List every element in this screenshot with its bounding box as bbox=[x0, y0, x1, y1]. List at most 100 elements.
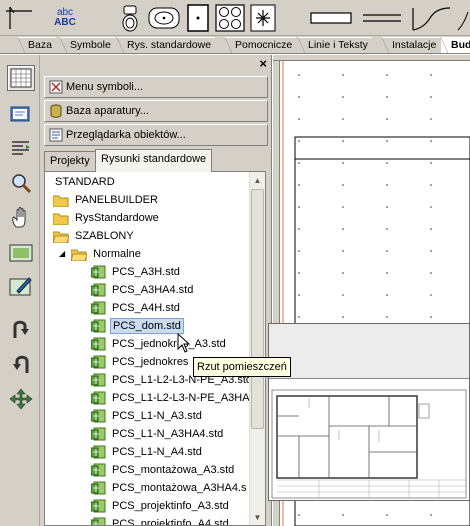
tree-file-item[interactable]: PCS_A3H.std bbox=[90, 263, 182, 281]
folder-icon bbox=[52, 212, 69, 225]
tree-scrollbar[interactable]: ▲ ▼ bbox=[249, 172, 265, 525]
grid-dot bbox=[430, 118, 432, 120]
grid-dot bbox=[430, 316, 432, 318]
redo-icon[interactable] bbox=[7, 316, 35, 342]
tab-pomocnicze[interactable]: Pomocnicze bbox=[225, 37, 297, 53]
grid-dot bbox=[430, 140, 432, 142]
pan-hand-icon[interactable] bbox=[7, 205, 35, 231]
undo-icon[interactable] bbox=[7, 351, 35, 377]
file-label: PCS_jednokres_A3.std bbox=[112, 338, 226, 350]
std-file-icon bbox=[90, 319, 107, 333]
close-icon[interactable]: × bbox=[259, 57, 267, 70]
symbol-toolbar: abc ABC bbox=[0, 0, 470, 36]
scroll-down-icon[interactable]: ▼ bbox=[250, 509, 265, 525]
tree-folder-normalne[interactable]: ◢ Normalne bbox=[59, 245, 143, 263]
symbol-menu-button[interactable]: Menu symboli... bbox=[44, 76, 268, 98]
move-icon[interactable] bbox=[7, 386, 35, 412]
zoom-window-icon[interactable] bbox=[7, 240, 35, 266]
book-icon[interactable] bbox=[7, 101, 35, 127]
tree-file-item[interactable]: PCS_L1-L2-L3-N-PE_A3HA bbox=[90, 389, 252, 407]
tab-baza[interactable]: Baza bbox=[18, 37, 56, 53]
tree-file-item[interactable]: PCS_montażowa_A3HA4.s bbox=[90, 479, 249, 497]
grid-dot bbox=[386, 272, 388, 274]
file-label: PCS_A3H.std bbox=[112, 266, 180, 278]
std-file-icon bbox=[90, 427, 107, 441]
tab-instalacje[interactable]: Instalacje bbox=[382, 37, 441, 53]
collapse-arrow-icon[interactable]: ◢ bbox=[59, 245, 65, 263]
edit-window-icon[interactable] bbox=[7, 273, 35, 299]
zoom-icon[interactable] bbox=[7, 170, 35, 196]
tab-rysunki-standardowe[interactable]: Rysunki standardowe bbox=[95, 149, 213, 172]
file-label: PCS_L1-N_A3.std bbox=[112, 410, 202, 422]
tree-file-item[interactable]: PCS_projektinfo_A3.std bbox=[90, 497, 231, 515]
grid-dot bbox=[342, 250, 344, 252]
tree-file-item[interactable]: PCS_L1-N_A3HA4.std bbox=[90, 425, 225, 443]
tree-root[interactable]: STANDARD bbox=[53, 173, 117, 191]
grid-dot bbox=[386, 250, 388, 252]
std-file-icon bbox=[90, 463, 107, 477]
file-label: PCS_montażowa_A3HA4.s bbox=[112, 482, 247, 494]
tab-projekty[interactable]: Projekty bbox=[44, 151, 96, 171]
more-tools-icon[interactable] bbox=[456, 3, 470, 33]
parallel-lines-icon[interactable] bbox=[360, 3, 404, 33]
grid-dot bbox=[342, 228, 344, 230]
file-label: PCS_projektinfo_A3.std bbox=[112, 500, 229, 512]
list-align-icon[interactable] bbox=[7, 135, 35, 161]
tree-file-item[interactable]: PCS_montażowa_A3.std bbox=[90, 461, 236, 479]
device-database-button[interactable]: Baza aparatury... bbox=[44, 100, 268, 122]
folder-label: Normalne bbox=[93, 248, 141, 260]
grid-dot bbox=[430, 228, 432, 230]
scroll-thumb[interactable] bbox=[251, 189, 264, 429]
std-file-icon bbox=[90, 481, 107, 495]
tab-rys-standardowe[interactable]: Rys. standardowe bbox=[117, 37, 216, 53]
tab-symbole[interactable]: Symbole bbox=[60, 37, 115, 53]
grid-dot bbox=[298, 74, 300, 76]
tree-file-item[interactable]: PCS_jednokres_A3.std bbox=[90, 335, 228, 353]
symbol-menu-icon bbox=[48, 79, 64, 95]
sink-icon[interactable] bbox=[147, 3, 181, 33]
cursor-icon[interactable] bbox=[0, 3, 40, 33]
tab-budowlane[interactable]: Bud bbox=[441, 37, 470, 53]
grid-dot bbox=[298, 118, 300, 120]
database-icon bbox=[48, 103, 64, 119]
tree-folder-rysstandardowe[interactable]: RysStandardowe bbox=[52, 209, 161, 227]
device-database-label: Baza aparatury... bbox=[66, 105, 149, 117]
tree-file-item[interactable]: PCS_A3HA4.std bbox=[90, 281, 195, 299]
tree-file-item[interactable]: PCS_L1-N_A4.std bbox=[90, 443, 204, 461]
grid-dot bbox=[386, 514, 388, 516]
drawing-tree: STANDARD PANELBUILDER RysStandardowe SZA… bbox=[44, 171, 266, 526]
grid-dot bbox=[430, 250, 432, 252]
scroll-up-icon[interactable]: ▲ bbox=[250, 172, 265, 188]
grid-dot bbox=[298, 184, 300, 186]
grid-dot bbox=[386, 96, 388, 98]
door-symbol-icon[interactable] bbox=[184, 3, 212, 33]
object-browser-button[interactable]: Przeglądarka obiektów... bbox=[44, 124, 268, 146]
curve-icon[interactable] bbox=[410, 3, 454, 33]
grid-dot bbox=[342, 184, 344, 186]
std-file-icon bbox=[90, 283, 107, 297]
grid-dot bbox=[298, 316, 300, 318]
toilet-icon[interactable] bbox=[115, 3, 145, 33]
rectangle-icon[interactable] bbox=[308, 3, 354, 33]
std-file-icon bbox=[90, 517, 107, 525]
grid-dot bbox=[430, 272, 432, 274]
tree-file-item[interactable]: PCS_A4H.std bbox=[90, 299, 182, 317]
tree-file-item[interactable]: PCS_L1-N_A3.std bbox=[90, 407, 204, 425]
tree-folder-szablony[interactable]: SZABLONY bbox=[52, 227, 136, 245]
grid-view-icon[interactable] bbox=[7, 65, 35, 91]
abc-upper-text: ABC bbox=[54, 17, 76, 28]
tree-file-item[interactable]: PCS_projektinfo_A4.std bbox=[90, 515, 231, 525]
tab-linie-i-teksty[interactable]: Linie i Teksty bbox=[298, 37, 372, 53]
file-label: PCS_L1-N_A3HA4.std bbox=[112, 428, 224, 440]
tree-file-item[interactable]: PCS_jednokres bbox=[90, 353, 190, 371]
left-toolbar bbox=[0, 55, 40, 526]
folder-label: PANELBUILDER bbox=[75, 194, 158, 206]
asterisk-icon[interactable] bbox=[249, 3, 277, 33]
tree-file-item[interactable]: PCS_dom.std bbox=[90, 317, 184, 335]
tree-root-label: STANDARD bbox=[55, 176, 115, 188]
std-file-icon bbox=[90, 409, 107, 423]
std-file-icon bbox=[90, 355, 107, 369]
text-abc-icon[interactable]: abc ABC bbox=[48, 3, 82, 33]
stove-icon[interactable] bbox=[214, 3, 246, 33]
tree-folder-panelbuilder[interactable]: PANELBUILDER bbox=[52, 191, 160, 209]
